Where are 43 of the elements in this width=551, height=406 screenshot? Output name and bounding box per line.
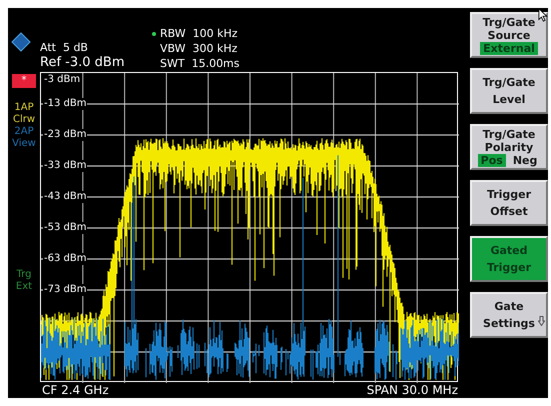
y-axis-label: -53 dBm — [43, 222, 88, 234]
softkey-label: Trigger — [486, 188, 532, 201]
softkey-label: Gated — [490, 244, 528, 257]
vbw-label: VBW 300 kHz — [160, 41, 238, 56]
trace-label: Ext — [16, 281, 32, 293]
softkey-label: Trg/Gate — [482, 76, 536, 89]
softkey-button[interactable]: Trg/Gate Polarity Pos Neg — [470, 124, 548, 170]
softkey-option: Pos — [478, 154, 506, 166]
softkey-label: Polarity — [484, 140, 534, 154]
sweep-time-label: SWT 15.00ms — [160, 56, 240, 71]
center-frequency-label: CF 2.4 GHz — [42, 383, 109, 397]
y-axis-label: -23 dBm — [43, 129, 88, 141]
softkey-option: External — [480, 42, 538, 54]
span-label: SPAN 30.0 MHz — [366, 383, 458, 397]
rbw-label: RBW 100 kHz — [160, 26, 238, 41]
softkey-button[interactable]: Trg/Gate Source External — [470, 12, 548, 58]
softkey-button[interactable]: Gate Settings — [470, 292, 548, 338]
softkey-label: Settings — [483, 317, 535, 330]
y-axis-label: -43 dBm — [43, 191, 88, 203]
softkey-label: Trigger — [486, 261, 532, 274]
softkey-button[interactable]: Trg/Gate Level — [470, 68, 548, 114]
softkey-label: Trg/Gate — [482, 16, 536, 28]
y-axis-label: -33 dBm — [43, 160, 88, 172]
softkey-label: Level — [492, 93, 526, 106]
softkey-button[interactable]: Gated Trigger — [470, 236, 548, 282]
attenuation-label: Att 5 dB — [40, 40, 89, 55]
softkey-label: Source — [488, 28, 530, 42]
y-axis-label: -13 dBm — [43, 98, 88, 110]
y-axis-label: -73 dBm — [43, 284, 88, 296]
softkey-option: Neg — [510, 154, 540, 166]
trace-label: Clrw — [12, 114, 36, 126]
trace-label: 1AP — [14, 102, 34, 114]
y-axis-label: -63 dBm — [43, 253, 88, 265]
trace-label: 2AP — [14, 126, 34, 138]
trace-label: Trg — [16, 269, 32, 281]
trace-marker-badge: * — [12, 74, 36, 88]
softkey-button[interactable]: Trigger Offset — [470, 180, 548, 226]
softkey-label: Offset — [490, 205, 528, 218]
softkey-label: Gate — [494, 300, 524, 313]
reference-level-label: Ref -3.0 dBm — [40, 55, 126, 71]
softkey-label: Trg/Gate — [482, 128, 536, 140]
logo-icon — [11, 32, 31, 52]
trace-label: View — [12, 138, 36, 150]
